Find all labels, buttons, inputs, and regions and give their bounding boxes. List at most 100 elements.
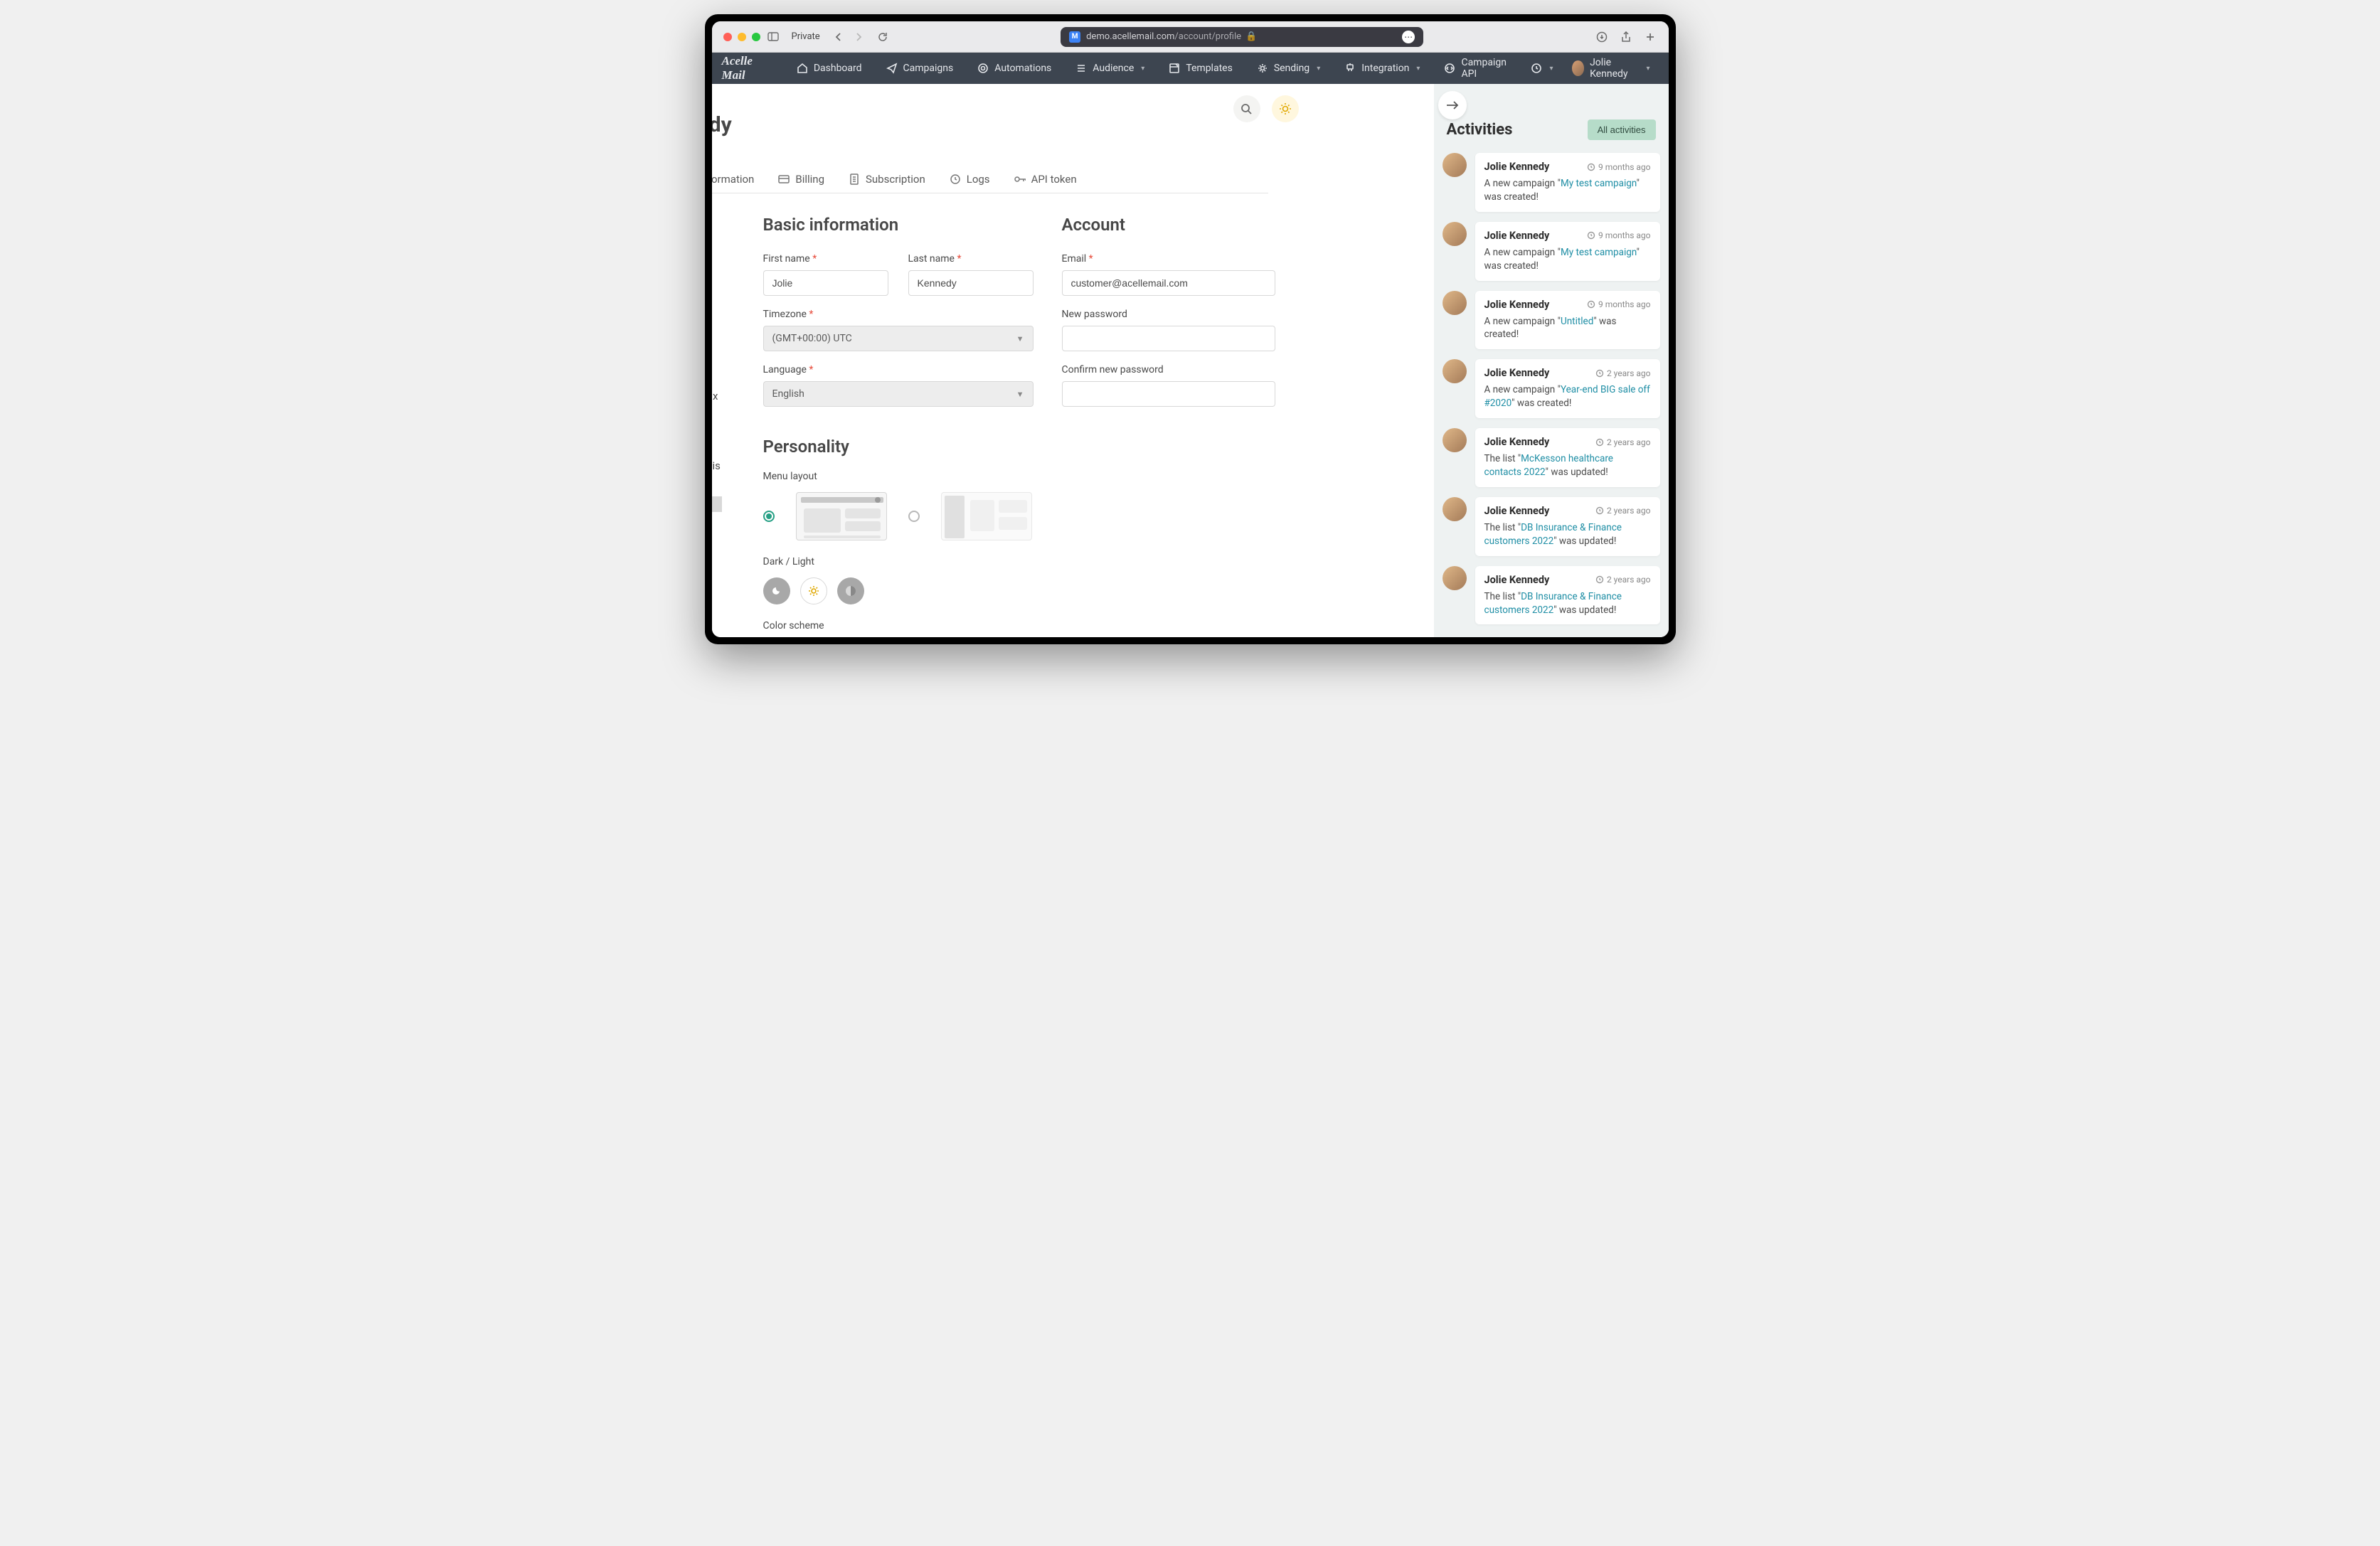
activity-link[interactable]: Untitled <box>1561 316 1593 327</box>
activity-link[interactable]: My test campaign <box>1561 178 1637 189</box>
chevron-down-icon: ▾ <box>1317 65 1320 73</box>
avatar <box>1443 359 1467 383</box>
template-icon <box>1169 63 1180 74</box>
activity-link[interactable]: DB Insurance & Finance customers 2022 <box>1484 522 1622 547</box>
activity-link[interactable]: Year-end BIG sale off #2020 <box>1484 384 1650 409</box>
downloads-button[interactable] <box>1595 30 1609 44</box>
reload-button[interactable] <box>876 30 890 44</box>
newpassword-input[interactable] <box>1062 326 1275 351</box>
nav-automations[interactable]: Automations <box>967 53 1061 84</box>
avatar <box>1443 497 1467 521</box>
reader-button[interactable]: ⋯ <box>1402 31 1415 43</box>
nav-campaign-api[interactable]: Campaign API <box>1434 53 1521 84</box>
all-activities-button[interactable]: All activities <box>1588 119 1656 140</box>
activity-card[interactable]: Jolie Kennedy 2 years ago The list "DB I… <box>1475 497 1660 556</box>
nav-campaigns[interactable]: Campaigns <box>876 53 964 84</box>
activity-item: Jolie Kennedy 2 years ago The list "McKe… <box>1443 428 1660 487</box>
nav-templates[interactable]: Templates <box>1159 53 1243 84</box>
nav-dashboard[interactable]: Dashboard <box>787 53 872 84</box>
nav-sending-label: Sending <box>1274 63 1309 74</box>
nav-audience[interactable]: Audience▾ <box>1066 53 1154 84</box>
maximize-window-icon[interactable] <box>752 33 760 41</box>
chevron-down-icon: ▼ <box>1016 334 1024 343</box>
avatar <box>1572 60 1585 76</box>
activity-body: A new campaign "My test campaign" was cr… <box>1484 177 1651 204</box>
main-navbar: Acelle Mail Dashboard Campaigns Automati… <box>712 53 1669 84</box>
activity-card[interactable]: Jolie Kennedy 2 years ago A new campaign… <box>1475 359 1660 418</box>
nav-user-menu[interactable]: Jolie Kennedy ▾ <box>1563 57 1659 80</box>
layout-thumb-top[interactable] <box>796 492 887 540</box>
back-button[interactable] <box>832 30 846 44</box>
activity-time: 9 months ago <box>1587 299 1651 309</box>
layout-thumb-side[interactable] <box>941 492 1032 540</box>
browser-titlebar: Private M demo.acellemail.com/account/pr… <box>712 21 1669 53</box>
tab-information[interactable]: nformation <box>712 166 758 193</box>
url-bar[interactable]: M demo.acellemail.com/account/profile 🔒 … <box>1061 27 1423 47</box>
send-icon <box>886 63 898 74</box>
collapse-arrow-button[interactable] <box>1438 91 1467 119</box>
page-title: edy <box>712 84 1434 137</box>
activity-item: Jolie Kennedy 2 years ago A new campaign… <box>1443 359 1660 418</box>
tab-billing[interactable]: Billing <box>775 166 827 193</box>
activity-time: 2 years ago <box>1595 506 1651 516</box>
nav-dashboard-label: Dashboard <box>814 63 862 74</box>
activity-item: Jolie Kennedy 9 months ago A new campaig… <box>1443 291 1660 350</box>
confirmpassword-input[interactable] <box>1062 381 1275 407</box>
tab-subscription[interactable]: Subscription <box>846 166 928 193</box>
sidebar-toggle-icon[interactable] <box>766 30 780 44</box>
url-path: /account/profile <box>1174 31 1241 42</box>
menulayout-option-2[interactable] <box>908 511 920 522</box>
activities-panel: Activities All activities Jolie Kennedy … <box>1434 84 1669 637</box>
nav-sending[interactable]: Sending ▾ <box>1247 53 1330 84</box>
nav-history[interactable]: ▾ <box>1525 53 1558 84</box>
chevron-down-icon: ▼ <box>1016 390 1024 399</box>
activity-card[interactable]: Jolie Kennedy 9 months ago A new campaig… <box>1475 153 1660 212</box>
tab-apitoken-label: API token <box>1031 173 1077 186</box>
activity-link[interactable]: McKesson healthcare contacts 2022 <box>1484 453 1613 478</box>
history-icon <box>1531 63 1542 74</box>
theme-toggle-button[interactable] <box>1272 95 1299 122</box>
activity-card[interactable]: Jolie Kennedy 2 years ago The list "DB I… <box>1475 566 1660 625</box>
close-window-icon[interactable] <box>723 33 732 41</box>
window-controls[interactable] <box>723 33 760 41</box>
nav-integration[interactable]: Integration▾ <box>1334 53 1430 84</box>
menulayout-option-1[interactable] <box>763 511 775 522</box>
section-account: Account <box>1062 215 1275 235</box>
key-icon <box>1014 174 1026 185</box>
avatar <box>1443 291 1467 315</box>
language-select[interactable]: English▼ <box>763 381 1034 407</box>
share-button[interactable] <box>1619 30 1633 44</box>
email-input[interactable] <box>1062 270 1275 296</box>
code-icon <box>1444 63 1455 74</box>
activity-card[interactable]: Jolie Kennedy 9 months ago A new campaig… <box>1475 291 1660 350</box>
nav-user-label: Jolie Kennedy <box>1590 57 1639 80</box>
firstname-input[interactable] <box>763 270 888 296</box>
timezone-select[interactable]: (GMT+00:00) UTC▼ <box>763 326 1034 351</box>
plug-icon <box>1344 63 1356 74</box>
theme-auto-button[interactable] <box>837 577 864 604</box>
minimize-window-icon[interactable] <box>738 33 746 41</box>
list-icon <box>1075 63 1087 74</box>
new-tab-button[interactable] <box>1643 30 1657 44</box>
activity-link[interactable]: DB Insurance & Finance customers 2022 <box>1484 591 1622 616</box>
activity-link[interactable]: My test campaign <box>1561 247 1637 258</box>
newpassword-label: New password <box>1062 309 1275 320</box>
tab-apitoken[interactable]: API token <box>1011 166 1080 193</box>
nav-audience-label: Audience <box>1093 63 1134 74</box>
activities-list: Jolie Kennedy 9 months ago A new campaig… <box>1443 153 1660 624</box>
activity-card[interactable]: Jolie Kennedy 9 months ago A new campaig… <box>1475 222 1660 281</box>
theme-light-button[interactable] <box>800 577 827 604</box>
home-icon <box>797 63 808 74</box>
search-button[interactable] <box>1233 95 1260 122</box>
section-personality: Personality <box>763 437 1434 457</box>
brand-logo[interactable]: Acelle Mail <box>722 54 770 82</box>
lastname-input[interactable] <box>908 270 1034 296</box>
theme-dark-button[interactable] <box>763 577 790 604</box>
activity-card[interactable]: Jolie Kennedy 2 years ago The list "McKe… <box>1475 428 1660 487</box>
tab-subscription-label: Subscription <box>866 173 925 186</box>
section-basic-info: Basic information <box>763 215 1034 235</box>
activity-body: A new campaign "Untitled" was created! <box>1484 315 1651 342</box>
tab-logs[interactable]: Logs <box>947 166 993 193</box>
forward-button[interactable] <box>851 30 866 44</box>
chevron-down-icon: ▾ <box>1646 65 1649 73</box>
